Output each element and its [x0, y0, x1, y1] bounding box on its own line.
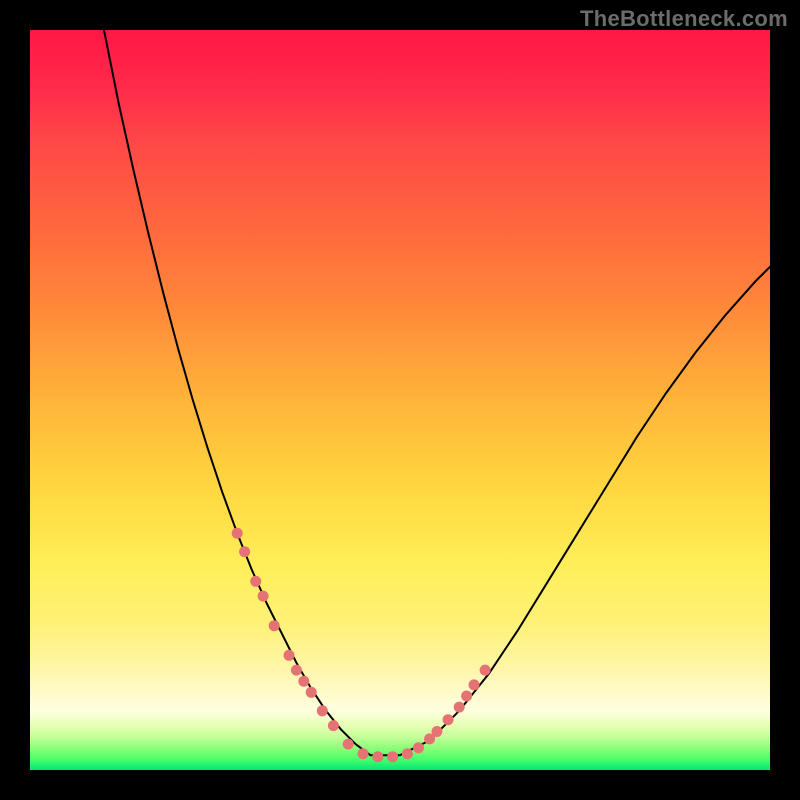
highlight-dot [232, 528, 243, 539]
highlight-dot [284, 650, 295, 661]
watermark-text: TheBottleneck.com [580, 6, 788, 32]
highlight-dot [317, 705, 328, 716]
highlight-dot [372, 751, 383, 762]
highlight-dot [443, 714, 454, 725]
highlight-dot [402, 748, 413, 759]
highlight-dot [250, 576, 261, 587]
highlight-dot [413, 742, 424, 753]
highlight-dot [469, 679, 480, 690]
highlight-dot [358, 748, 369, 759]
highlight-dot [239, 546, 250, 557]
highlight-dot [454, 702, 465, 713]
highlight-dot [269, 620, 280, 631]
highlight-dot [328, 720, 339, 731]
highlight-dot [343, 739, 354, 750]
highlight-dot [306, 687, 317, 698]
chart-highlight-dots [232, 528, 491, 763]
highlight-dot [461, 691, 472, 702]
highlight-dot [387, 751, 398, 762]
highlight-dot [432, 726, 443, 737]
highlight-dot [480, 665, 491, 676]
chart-plot-area [30, 30, 770, 770]
highlight-dot [298, 676, 309, 687]
highlight-dot [258, 591, 269, 602]
highlight-dot [291, 665, 302, 676]
chart-svg [30, 30, 770, 770]
chart-curve [104, 30, 770, 755]
